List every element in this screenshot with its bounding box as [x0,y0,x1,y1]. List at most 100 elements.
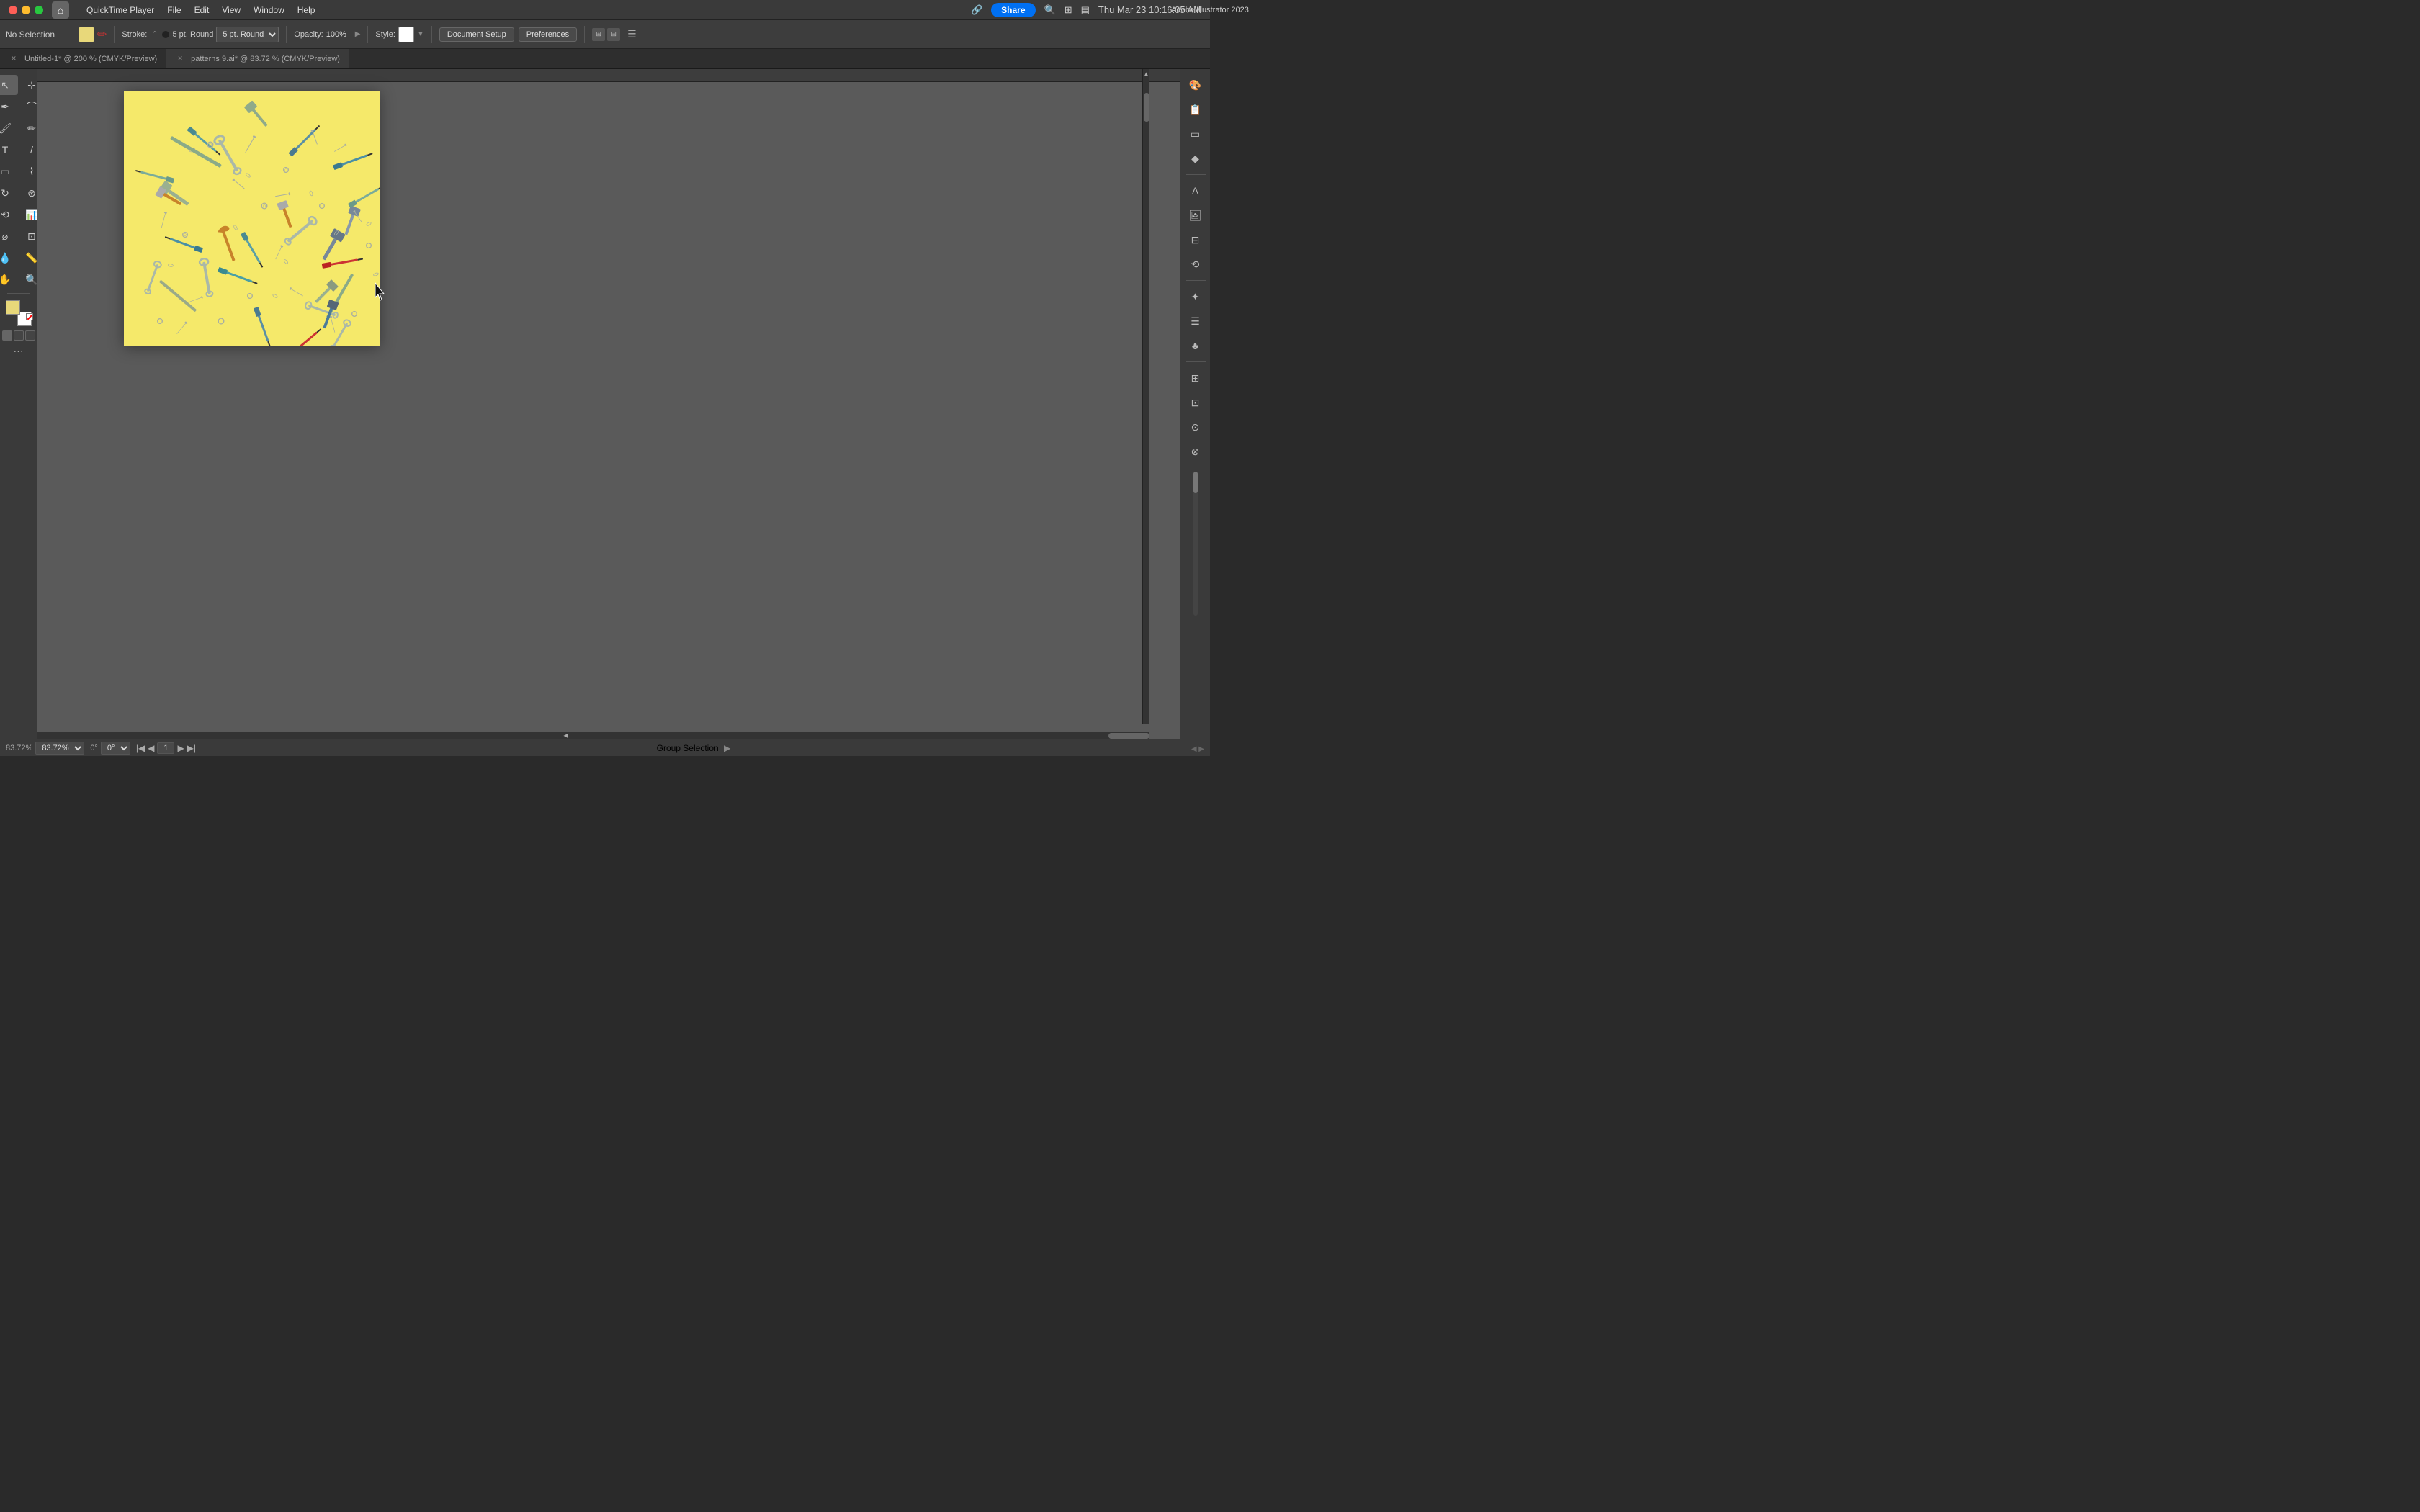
close-button[interactable] [9,6,17,14]
draw-normal[interactable] [2,330,12,341]
curvature-tool[interactable]: ⌒ [19,96,37,117]
opacity-value[interactable]: 100% [326,30,352,39]
warp-tool[interactable]: ⌀ [0,226,18,246]
knife-tool[interactable]: ⌇ [19,161,37,181]
panel-icon-brushes[interactable]: ⊞ [1185,368,1206,388]
document-setup-button[interactable]: Document Setup [439,27,514,42]
panel-icon-color-guide[interactable]: ⊙ [1185,417,1206,437]
rotate-tool[interactable]: ↻ [0,183,18,203]
minimize-button[interactable] [22,6,30,14]
stroke-dropdown[interactable]: 5 pt. Round [216,27,279,42]
select-similar-tool[interactable]: ⊛ [19,183,37,203]
line-tool[interactable]: / [19,140,37,160]
panel-icon-graphic-styles[interactable]: ☰ [1185,311,1206,331]
tab-untitled[interactable]: ✕ Untitled-1* @ 200 % (CMYK/Preview) [0,49,166,68]
angle-section[interactable]: 0° 0° [90,742,130,755]
rectangle-tool[interactable]: ▭ [0,161,18,181]
tab-patterns[interactable]: ✕ patterns 9.ai* @ 83.72 % (CMYK/Preview… [166,49,349,68]
type-tool[interactable]: T [0,140,18,160]
hand-tool[interactable]: 🔍 [19,269,37,289]
foreground-color[interactable] [6,300,20,315]
select-tool[interactable]: ↖ [0,75,18,95]
draw-behind[interactable] [14,330,24,341]
fill-icon[interactable]: ✏ [97,27,107,42]
nav-last[interactable]: ▶| [187,743,196,753]
more-options-icon[interactable]: ☰ [627,28,637,40]
bar-chart-tool[interactable]: 📊 [19,204,37,225]
search-icon[interactable]: 🔍 [1044,4,1056,16]
menu-quicktime[interactable]: QuickTime Player [81,4,160,17]
paintbrush-tool[interactable]: 🖌 [0,118,18,138]
align-vertical-icon[interactable]: ⊟ [607,28,620,41]
canvas-area[interactable]: ▲ ◀ [37,69,1180,739]
style-chevron[interactable]: ▼ [417,30,424,38]
fill-color-box[interactable] [79,27,94,42]
pencil-tool[interactable]: ✏ [19,118,37,138]
pen-tool[interactable]: ✒ [0,96,18,117]
panel-icon-symbols[interactable]: ♣ [1185,336,1206,356]
panel-icon-layers[interactable]: 📋 [1185,99,1206,120]
panel-icon-align[interactable]: ⊟ [1185,230,1206,250]
grid-icon[interactable]: ⊞ [1065,4,1072,16]
menu-file[interactable]: File [161,4,187,17]
scroll-up-arrow[interactable]: ▲ [1143,69,1150,78]
text-tools: T / [0,140,37,160]
menu-help[interactable]: Help [292,4,321,17]
draw-inside[interactable] [25,330,35,341]
panel-icon-shape[interactable]: ◆ [1185,148,1206,168]
align-horizontal-icon[interactable]: ⊞ [592,28,605,41]
zoom-section[interactable]: 83.72% 83.72% [6,742,84,755]
free-transform-tool[interactable]: ⊡ [19,226,37,246]
eyedropper-tool[interactable]: 💧 [0,248,18,268]
scrollbar-thumb-h[interactable] [1108,733,1150,739]
panel-icon-doc-info[interactable]: ⊗ [1185,441,1206,462]
nav-prev[interactable]: ◀ [148,743,154,753]
panel-icon-type[interactable]: A [1185,181,1206,201]
nav-arrows[interactable]: |◀ ◀ 1 ▶ ▶| [136,742,196,754]
share-button[interactable]: Share [991,3,1035,17]
panel-icon-image[interactable]: 🖼 [1185,205,1206,225]
opacity-chevron[interactable]: ▶ [355,30,361,38]
align-icons[interactable]: ⊞ ⊟ [592,28,620,41]
none-color[interactable] [26,313,33,320]
menu-window[interactable]: Window [248,4,290,17]
angle-dropdown[interactable]: 0° [101,742,130,755]
panel-icon-swatches[interactable]: ⊡ [1185,392,1206,413]
panel-icon-artboard[interactable]: ▭ [1185,124,1206,144]
direct-select-tool[interactable]: ⊹ [19,75,37,95]
panel-icon-transform[interactable]: ⟲ [1185,254,1206,274]
zoom-dropdown[interactable]: 83.72% [35,742,84,755]
scrollbar-horizontal[interactable]: ◀ [37,732,1150,739]
menu-view[interactable]: View [216,4,246,17]
scale-tools: ⟲ 📊 [0,204,37,225]
scrollbar-thumb-v[interactable] [1144,93,1150,122]
color-swatches[interactable] [4,300,33,326]
maximize-button[interactable] [35,6,43,14]
tab-close-untitled[interactable]: ✕ [9,54,19,64]
stroke-arrows[interactable]: ⌃ [151,30,158,39]
traffic-lights[interactable] [9,6,43,14]
nav-next[interactable]: ▶ [177,743,184,753]
scrollbar-vertical[interactable]: ▲ [1142,69,1150,724]
menu-edit[interactable]: Edit [189,4,215,17]
scroll-left-arrow[interactable]: ◀ [37,731,1094,739]
page-number[interactable]: 1 [157,742,174,754]
status-chevron[interactable]: ▶ [724,743,730,753]
style-box[interactable] [398,27,414,42]
panel-icon-palette[interactable]: 🎨 [1185,75,1206,95]
nav-first[interactable]: |◀ [136,743,145,753]
scale-tool[interactable]: ⟲ [0,204,18,225]
more-tools[interactable]: ··· [14,345,24,356]
home-icon[interactable]: ⌂ [52,1,69,19]
tab-close-patterns[interactable]: ✕ [175,54,185,64]
panel-icon[interactable]: ▤ [1081,4,1090,16]
preferences-button[interactable]: Preferences [519,27,577,42]
panel-scrollbar-thumb[interactable] [1193,472,1198,493]
stroke-value-section[interactable]: 5 pt. Round 5 pt. Round [162,27,279,42]
zoom-in-tool[interactable]: ✋ [0,269,18,289]
measure-tool[interactable]: 📏 [19,248,37,268]
panel-icon-appearance[interactable]: ✦ [1185,287,1206,307]
main-layout: ↖ ⊹ ✒ ⌒ 🖌 ✏ T / ▭ ⌇ ↻ ⊛ ⟲ 📊 ⌀ ⊡ [0,69,1210,739]
panel-scrollbar[interactable] [1193,472,1198,616]
fill-section[interactable]: ✏ [79,27,107,42]
